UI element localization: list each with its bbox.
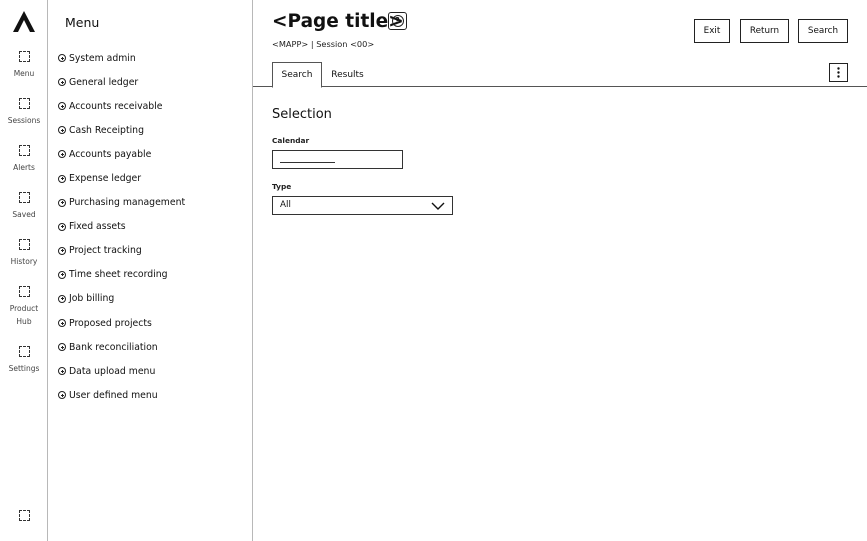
rail-item-label: Hub [16,317,32,326]
more-options-button[interactable] [829,63,848,82]
rail-item-label: Saved [12,210,36,219]
menu-item-bank-reconciliation[interactable]: Bank reconciliation [58,335,248,359]
menu-item-label: Time sheet recording [69,269,168,281]
menu-item-label: Accounts payable [69,148,152,160]
settings-placeholder-icon [18,346,30,357]
menu-item-label: Bank reconciliation [69,341,158,353]
calendar-input[interactable] [272,150,403,169]
plus-circle-icon [58,319,66,328]
page-title: <Page title> [272,11,404,32]
rail-item-label: Product [9,304,39,313]
menu-item-label: Accounts receivable [69,100,163,112]
menu-list: System admin General ledger Accounts rec… [58,46,248,407]
vertical-ellipsis-icon [837,67,840,78]
menu-item-label: General ledger [69,76,139,88]
menu-item-system-admin[interactable]: System admin [58,46,248,70]
type-select-value: All [280,200,291,210]
menu-item-accounts-payable[interactable]: Accounts payable [58,142,248,166]
search-button[interactable]: Search [798,19,848,43]
session-subtitle: <MAPP> | Session <00> [272,39,375,49]
type-label: Type [272,182,292,191]
plus-circle-icon [58,246,66,255]
exit-button[interactable]: Exit [694,19,730,43]
chevron-down-icon [431,202,445,210]
return-button[interactable]: Return [740,19,789,43]
plus-circle-icon [58,54,66,63]
menu-item-purchasing-management[interactable]: Purchasing management [58,191,248,215]
menu-placeholder-icon [18,51,30,62]
menu-item-label: Job billing [69,293,115,305]
history-placeholder-icon [18,239,30,250]
plus-circle-icon [58,343,66,352]
plus-circle-icon [58,126,66,135]
menu-item-data-upload-menu[interactable]: Data upload menu [58,359,248,383]
rail-item-label: Sessions [7,116,41,125]
menu-item-time-sheet-recording[interactable]: Time sheet recording [58,263,248,287]
rail-item-menu[interactable]: Menu [0,51,48,80]
menu-item-general-ledger[interactable]: General ledger [58,70,248,94]
menu-item-label: Proposed projects [69,317,152,329]
menu-item-fixed-assets[interactable]: Fixed assets [58,215,248,239]
plus-circle-icon [58,270,66,279]
plus-circle-icon [58,391,66,400]
product-hub-placeholder-icon [18,286,30,297]
menu-item-label: Data upload menu [69,365,156,377]
menu-item-label: Cash Receipting [69,124,144,136]
menu-item-label: Project tracking [69,245,142,257]
plus-circle-icon [58,150,66,159]
menu-item-label: Expense ledger [69,173,142,185]
rail-item-alerts[interactable]: Alerts [0,145,48,174]
menu-item-label: System admin [69,52,136,64]
rail-item-saved[interactable]: Saved [0,192,48,221]
rail-item-bottom[interactable] [0,510,48,521]
rail-item-history[interactable]: History [0,239,48,268]
menu-item-label: Purchasing management [69,197,186,209]
alerts-placeholder-icon [18,145,30,156]
rail-item-label: Settings [8,364,40,373]
section-title: Selection [272,107,332,122]
tab-results[interactable]: Results [323,62,372,87]
help-button[interactable]: ? [388,12,407,30]
menu-title: Menu [65,15,100,30]
tab-search[interactable]: Search [272,62,322,88]
app-logo-icon[interactable] [13,11,35,32]
plus-circle-icon [58,294,66,303]
sessions-placeholder-icon [18,98,30,109]
type-select[interactable]: All [272,196,453,215]
plus-circle-icon [58,222,66,231]
icon-rail: Menu Sessions Alerts Saved History Produ… [0,0,48,541]
saved-placeholder-icon [18,192,30,203]
rail-item-product-hub[interactable]: Product Hub [0,286,48,328]
plus-circle-icon [58,367,66,376]
menu-item-label: Fixed assets [69,221,126,233]
plus-circle-icon [58,174,66,183]
calendar-label: Calendar [272,136,310,145]
menu-item-expense-ledger[interactable]: Expense ledger [58,166,248,190]
menu-item-user-defined-menu[interactable]: User defined menu [58,383,248,407]
rail-item-label: History [10,257,38,266]
menu-item-accounts-receivable[interactable]: Accounts receivable [58,94,248,118]
menu-item-proposed-projects[interactable]: Proposed projects [58,311,248,335]
menu-item-job-billing[interactable]: Job billing [58,287,248,311]
main-content: <Page title> ? <MAPP> | Session <00> Exi… [253,0,867,541]
rail-item-settings[interactable]: Settings [0,346,48,375]
rail-item-sessions[interactable]: Sessions [0,98,48,127]
date-placeholder-line [280,162,335,163]
menu-item-cash-receipting[interactable]: Cash Receipting [58,118,248,142]
question-circle-icon: ? [391,15,404,27]
plus-circle-icon [58,102,66,111]
plus-circle-icon [58,78,66,87]
app: Menu Sessions Alerts Saved History Produ… [0,0,867,541]
plus-circle-icon [58,198,66,207]
tab-bar: Search Results [253,62,867,88]
menu-item-project-tracking[interactable]: Project tracking [58,239,248,263]
bottom-placeholder-icon [18,510,30,521]
menu-panel: Menu System admin General ledger Account… [48,0,253,541]
rail-item-label: Menu [13,69,35,78]
menu-item-label: User defined menu [69,389,158,401]
rail-item-label: Alerts [13,163,35,172]
